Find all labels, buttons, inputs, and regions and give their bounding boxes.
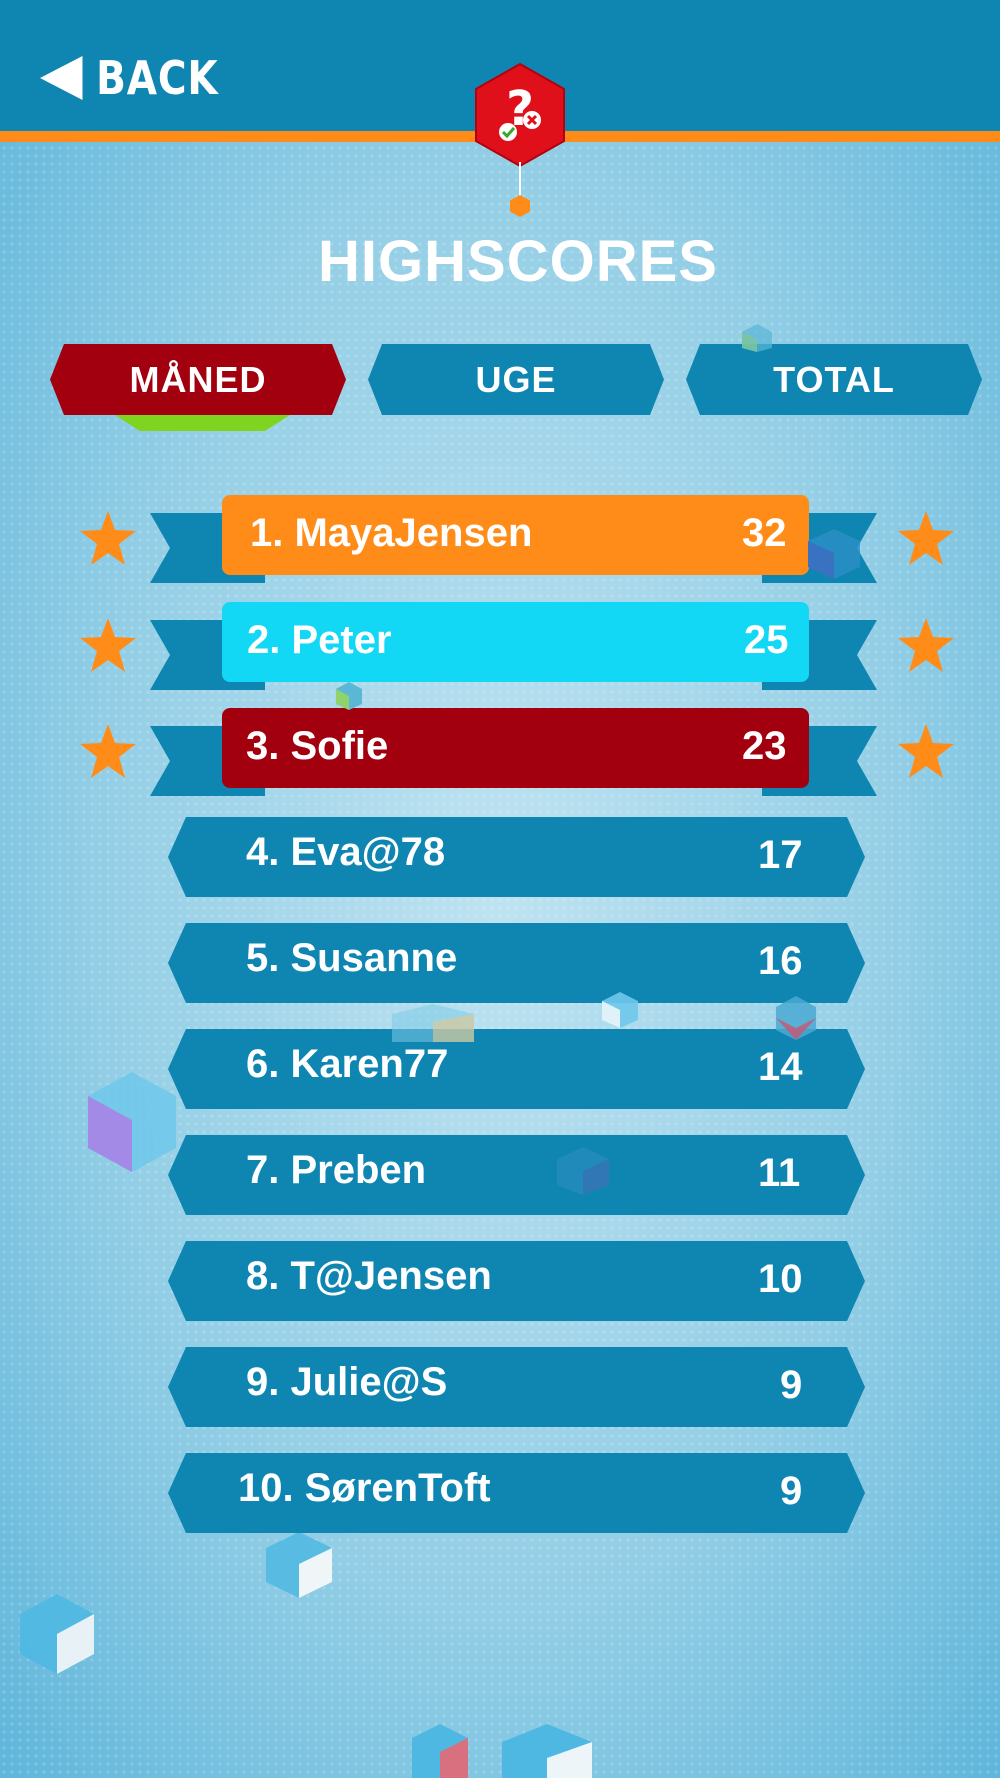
tab-total[interactable]: TOTAL <box>686 344 982 415</box>
player-name: 5. Susanne <box>246 936 458 980</box>
star-icon <box>898 618 954 672</box>
decorative-cube <box>392 1004 474 1042</box>
player-score: 11 <box>758 1151 801 1195</box>
star-icon <box>80 511 136 565</box>
tab-month-label: MÅNED <box>129 359 267 400</box>
back-button[interactable]: BACK <box>40 48 219 108</box>
player-name: 6. Karen77 <box>246 1042 449 1086</box>
star-icon <box>80 724 136 778</box>
leaderboard-row-3[interactable]: 3. Sofie 23 <box>0 708 1000 796</box>
quiz-badge-icon: ? <box>475 62 565 168</box>
leaderboard-row-7[interactable]: 7. Preben 11 <box>0 1135 1000 1215</box>
player-name: 9. Julie@S <box>246 1360 448 1404</box>
player-name: 1. MayaJensen <box>250 511 533 555</box>
player-score: 14 <box>758 1045 803 1089</box>
decorative-cube <box>602 992 638 1028</box>
player-score: 16 <box>758 939 803 983</box>
back-label: BACK <box>96 51 219 105</box>
player-score: 25 <box>744 618 789 662</box>
player-name: 4. Eva@78 <box>246 830 446 874</box>
tab-month[interactable]: MÅNED <box>50 344 346 415</box>
decorative-cube <box>557 1147 609 1195</box>
player-score: 9 <box>780 1469 803 1513</box>
player-name: 7. Preben <box>246 1148 427 1192</box>
player-name: 8. T@Jensen <box>246 1254 492 1298</box>
active-tab-indicator <box>115 415 290 431</box>
decorative-cube <box>808 529 860 579</box>
tab-week-label: UGE <box>475 359 557 400</box>
player-score: 9 <box>780 1363 803 1407</box>
decorative-cube <box>776 996 816 1040</box>
page-title: HIGHSCORES <box>318 229 718 294</box>
back-arrow-icon <box>40 56 83 100</box>
player-name: 3. Sofie <box>246 724 389 768</box>
badge-pin-icon <box>510 195 530 217</box>
decorative-cube <box>742 324 772 352</box>
player-score: 17 <box>758 833 803 877</box>
leaderboard-row-4[interactable]: 4. Eva@78 17 <box>0 817 1000 897</box>
decorative-cube <box>412 1724 468 1778</box>
leaderboard-row-5[interactable]: 5. Susanne 16 <box>0 923 1000 1003</box>
star-icon <box>80 618 136 672</box>
star-icon <box>898 511 954 565</box>
player-score: 23 <box>742 724 787 768</box>
player-name: 10. SørenToft <box>238 1466 491 1510</box>
star-icon <box>898 724 954 778</box>
tab-week[interactable]: UGE <box>368 344 664 415</box>
leaderboard-row-9[interactable]: 9. Julie@S 9 <box>0 1347 1000 1427</box>
decorative-cube <box>336 682 362 710</box>
leaderboard-row-8[interactable]: 8. T@Jensen 10 <box>0 1241 1000 1321</box>
decorative-cube <box>266 1532 332 1598</box>
leaderboard-row-2[interactable]: 2. Peter 25 <box>0 602 1000 690</box>
decorative-cube <box>502 1724 592 1778</box>
player-score: 10 <box>758 1257 803 1301</box>
player-score: 32 <box>742 511 787 555</box>
decorative-cube <box>20 1594 94 1674</box>
leaderboard-row-10[interactable]: 10. SørenToft 9 <box>0 1453 1000 1533</box>
player-name: 2. Peter <box>247 618 392 662</box>
tab-total-label: TOTAL <box>773 359 895 400</box>
leaderboard-row-6[interactable]: 6. Karen77 14 <box>0 1029 1000 1109</box>
